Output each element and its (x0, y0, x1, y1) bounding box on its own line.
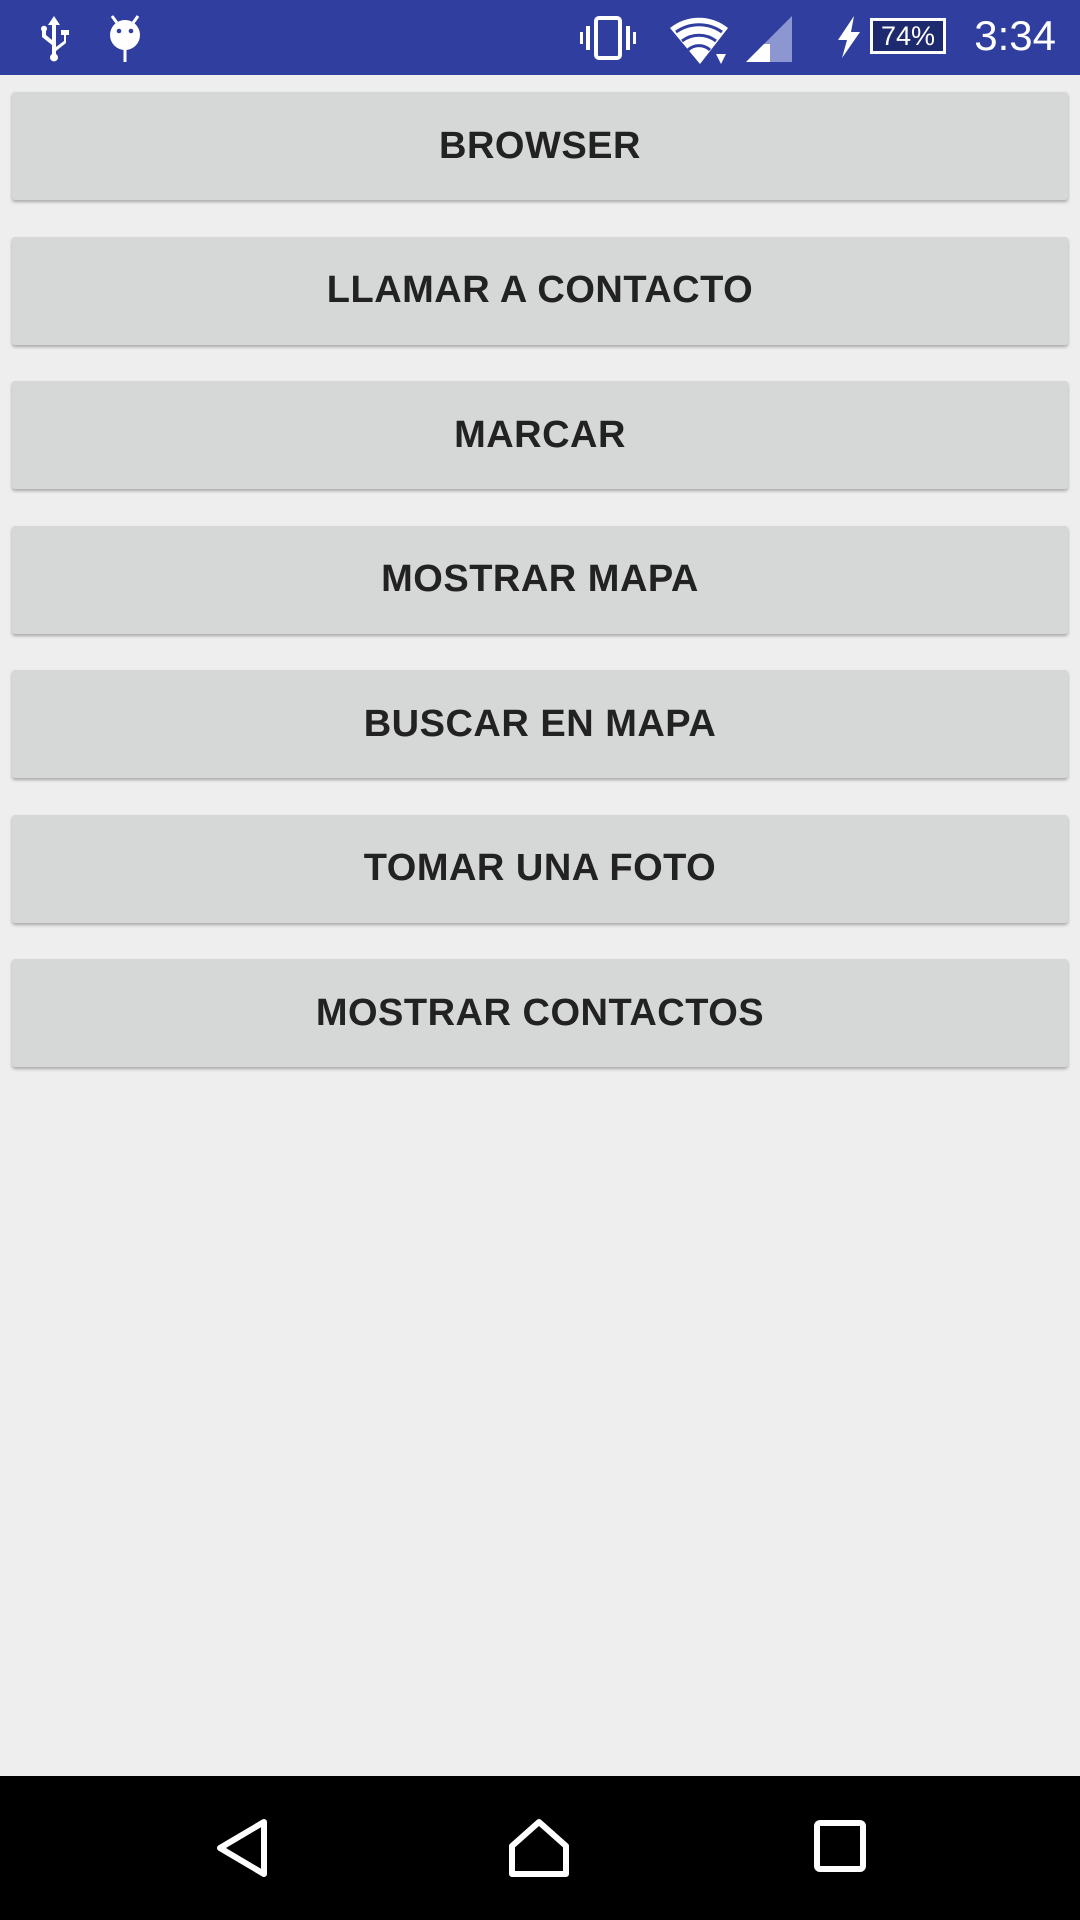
cell-signal-icon (746, 16, 792, 62)
battery-percent: 74% (880, 21, 936, 51)
button-list: BROWSER LLAMAR A CONTACTO MARCAR MOSTRAR… (12, 92, 1068, 1104)
take-photo-button[interactable]: TOMAR UNA FOTO (12, 814, 1068, 923)
show-contacts-button[interactable]: MOSTRAR CONTACTOS (12, 959, 1068, 1067)
home-icon[interactable] (508, 1818, 570, 1878)
browser-button[interactable]: BROWSER (12, 92, 1068, 200)
call-contact-button[interactable]: LLAMAR A CONTACTO (12, 236, 1068, 345)
vibrate-icon (580, 16, 636, 60)
clock: 3:34 (974, 12, 1056, 59)
dial-button[interactable]: MARCAR (12, 381, 1068, 489)
usb-icon (41, 16, 69, 62)
battery-icon: 74% (870, 18, 946, 54)
back-icon[interactable] (214, 1818, 270, 1878)
status-bar: 74% 3:34 (0, 0, 1080, 75)
android-debug-icon (110, 15, 140, 62)
search-map-button[interactable]: BUSCAR EN MAPA (12, 670, 1068, 778)
charging-icon (838, 16, 860, 58)
wifi-icon (670, 17, 728, 64)
navigation-bar (0, 1776, 1080, 1920)
show-map-button[interactable]: MOSTRAR MAPA (12, 525, 1068, 634)
recents-icon[interactable] (814, 1820, 866, 1872)
